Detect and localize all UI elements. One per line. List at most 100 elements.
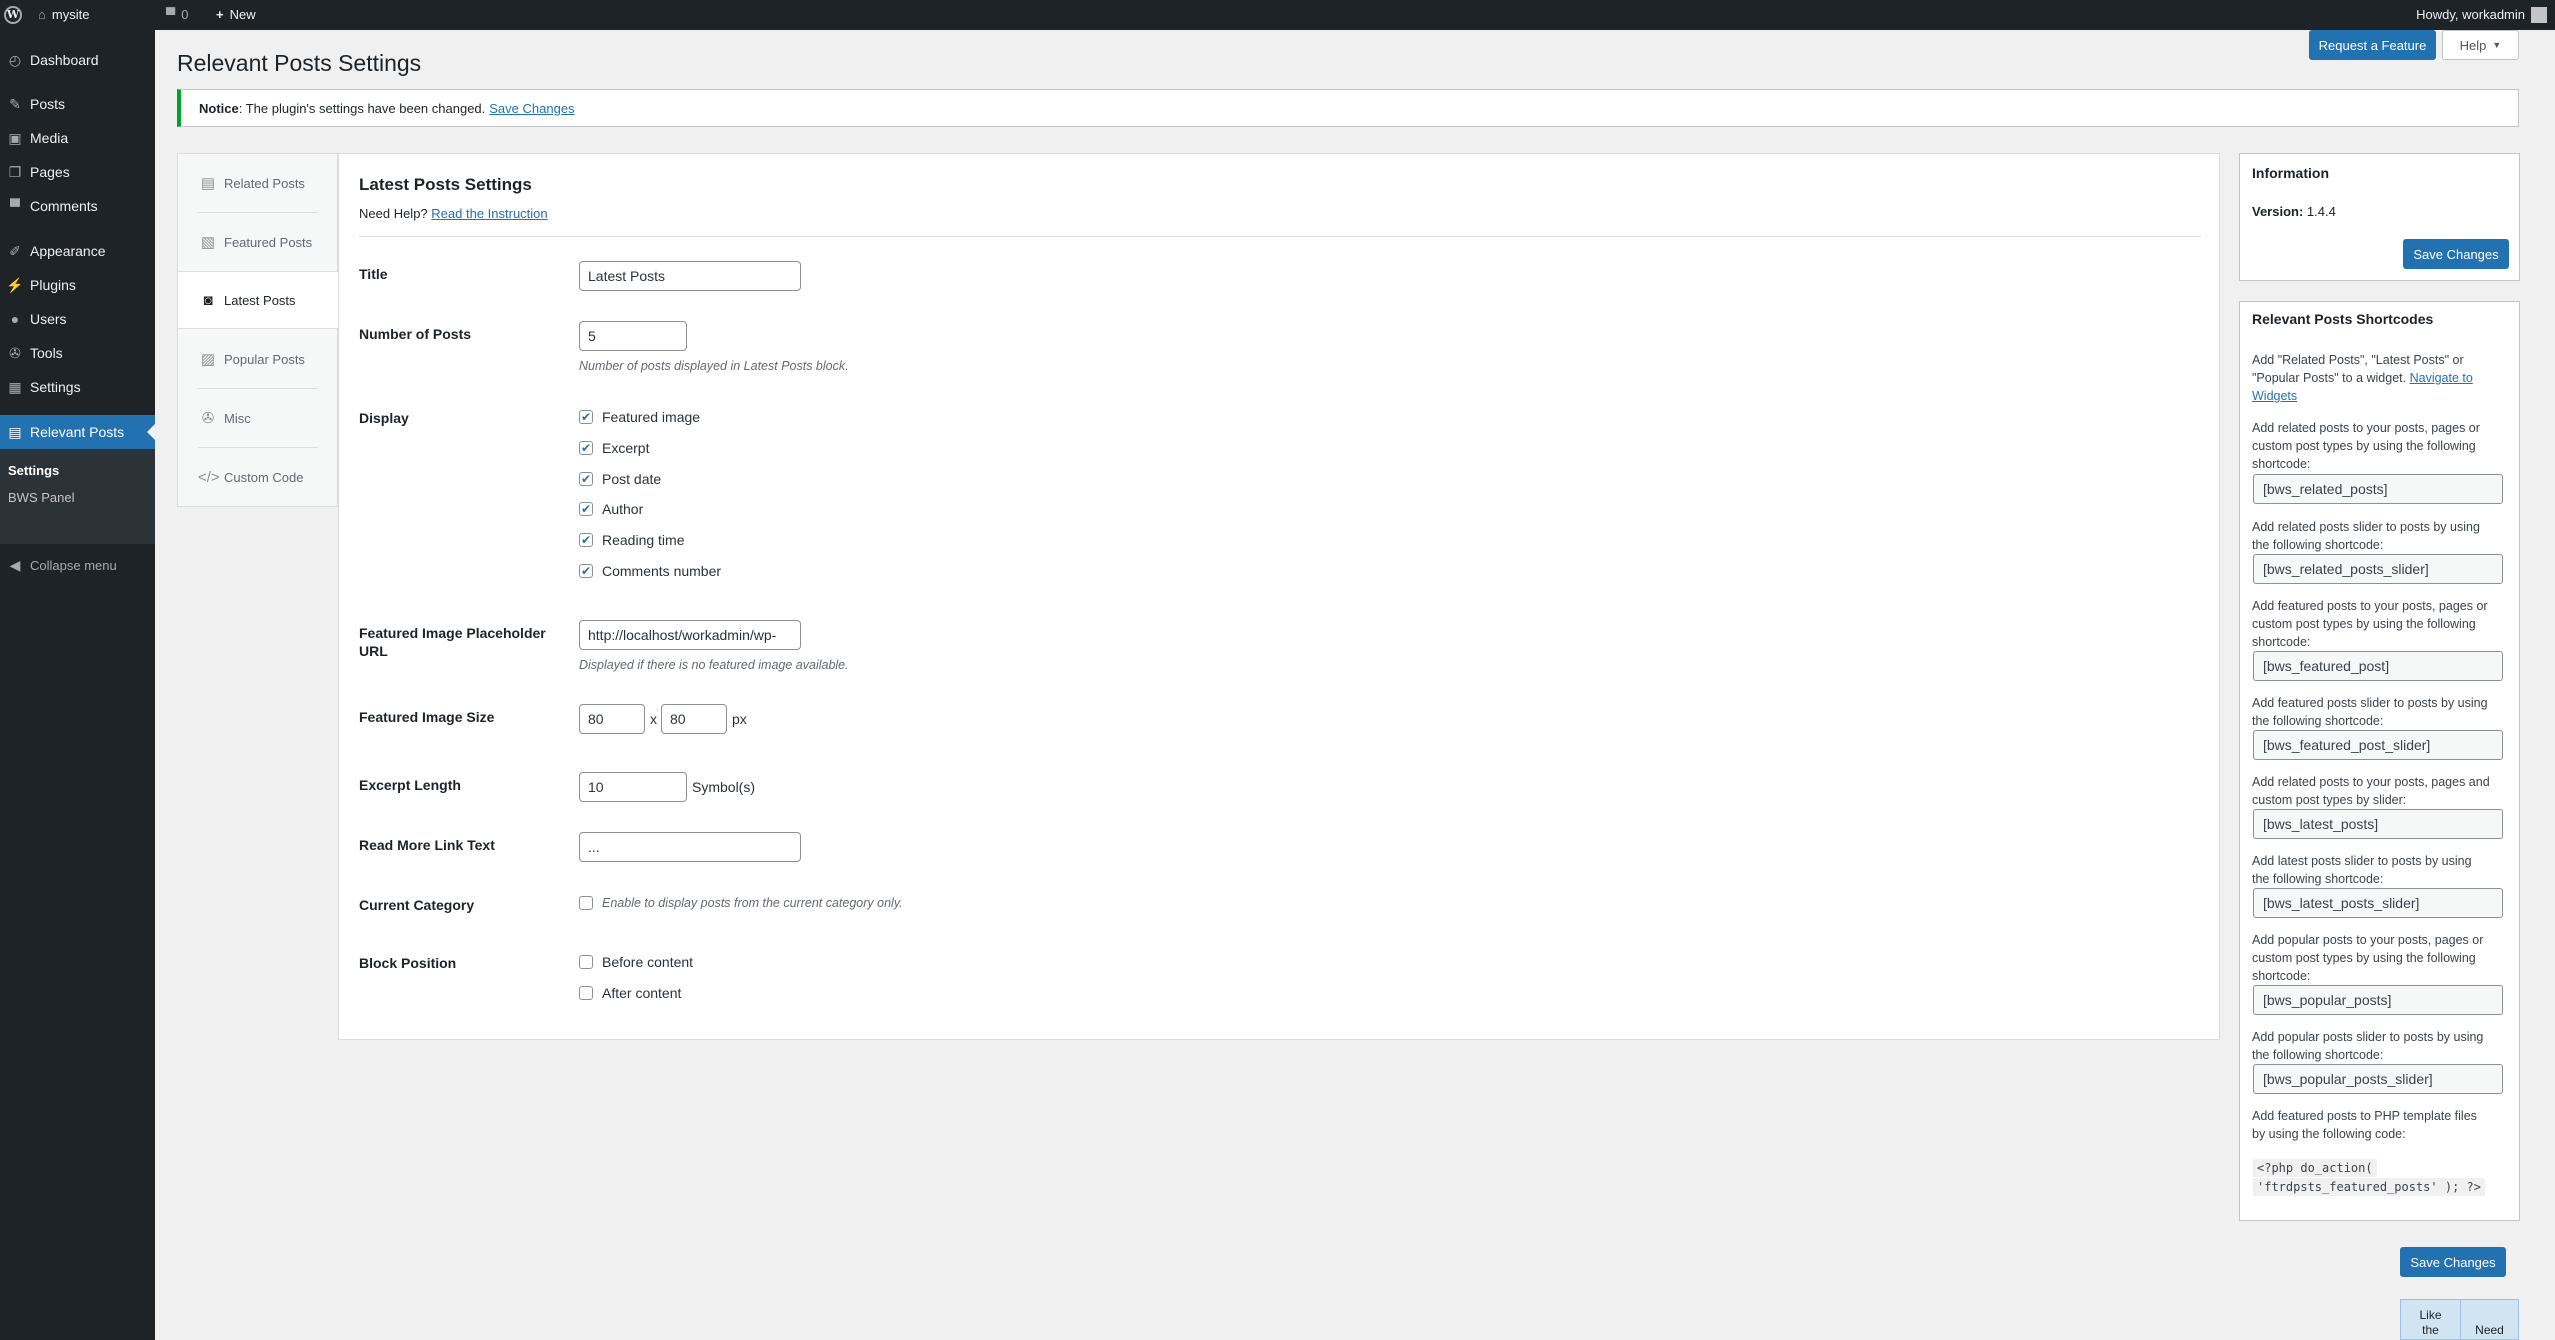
navigate-to-widgets-link[interactable]: Navigate to: [2410, 371, 2473, 385]
paintbrush-icon: ✐: [9, 242, 21, 259]
option-label: Excerpt: [602, 440, 650, 456]
checkbox-comments-number[interactable]: ✔: [579, 564, 593, 578]
shortcode-field-latest[interactable]: [bws_latest_posts]: [2253, 809, 2503, 839]
display-post-date-option[interactable]: ✔ Post date: [579, 471, 661, 487]
checkbox-excerpt[interactable]: ✔: [579, 441, 593, 455]
caret-down-icon: ▼: [2492, 40, 2502, 50]
dashboard-icon: ◴: [8, 51, 22, 68]
plug-icon: ⚡: [6, 276, 24, 293]
tab-popular-posts[interactable]: ▨ Popular Posts: [178, 330, 339, 388]
display-excerpt-option[interactable]: ✔ Excerpt: [579, 440, 649, 456]
menu-posts[interactable]: ✎ Posts: [0, 87, 155, 121]
size-separator: x: [650, 711, 657, 727]
my-account-menu[interactable]: Howdy, workadmin: [2416, 0, 2547, 30]
current-category-option[interactable]: Enable to display posts from the current…: [579, 896, 903, 910]
menu-comments[interactable]: ▀ Comments: [0, 189, 155, 223]
notice-save-changes-link[interactable]: Save Changes: [489, 101, 574, 116]
display-author-option[interactable]: ✔ Author: [579, 501, 643, 517]
request-feature-button[interactable]: Request a Feature: [2309, 30, 2436, 60]
shortcode-desc-latest: Add related posts to your posts, pages a…: [2252, 773, 2502, 809]
checkbox-author[interactable]: ✔: [579, 502, 593, 516]
checkbox-featured-image[interactable]: ✔: [579, 410, 593, 424]
shortcode-desc-latest-slider: Add latest posts slider to posts by usin…: [2252, 852, 2502, 888]
related-posts-icon: ▤: [200, 175, 216, 192]
tab-misc[interactable]: ✇ Misc: [178, 389, 339, 447]
need-help-tab[interactable]: Need: [2461, 1300, 2518, 1339]
checkbox-after-content[interactable]: [579, 986, 593, 1000]
current-category-label: Current Category: [359, 897, 475, 913]
read-more-input[interactable]: [579, 832, 801, 862]
shortcode-field-related[interactable]: [bws_related_posts]: [2253, 474, 2503, 504]
submenu-settings[interactable]: Settings: [8, 463, 59, 478]
new-content-menu[interactable]: + New: [216, 0, 256, 30]
display-comments-number-option[interactable]: ✔ Comments number: [579, 563, 721, 579]
site-name-menu[interactable]: ⌂ mysite: [38, 0, 89, 30]
shortcode-field-popular-slider[interactable]: [bws_popular_posts_slider]: [2253, 1064, 2503, 1094]
tab-custom-code[interactable]: </> Custom Code: [178, 448, 339, 506]
checkbox-reading-time[interactable]: ✔: [579, 533, 593, 547]
menu-dashboard[interactable]: ◴ Dashboard: [0, 43, 155, 77]
menu-relevant-posts[interactable]: ▤ Relevant Posts: [0, 415, 155, 449]
title-input[interactable]: [579, 261, 801, 291]
after-content-option[interactable]: After content: [579, 985, 681, 1001]
tab-related-posts[interactable]: ▤ Related Posts: [178, 154, 339, 212]
like-plugin-tab[interactable]: Like the: [2401, 1300, 2461, 1339]
option-label: Author: [602, 501, 644, 517]
display-reading-time-option[interactable]: ✔ Reading time: [579, 532, 685, 548]
placeholder-url-input[interactable]: [579, 620, 801, 650]
before-content-option[interactable]: Before content: [579, 954, 693, 970]
shortcode-field-featured-slider[interactable]: [bws_featured_post_slider]: [2253, 730, 2503, 760]
need-help-text: Need Help?: [359, 206, 428, 221]
tab-label: Popular Posts: [224, 351, 305, 367]
relevant-posts-icon: ▤: [8, 423, 22, 440]
menu-tools[interactable]: ✇ Tools: [0, 336, 155, 370]
wp-logo-menu[interactable]: W: [4, 0, 22, 30]
php-code-line-2: 'ftrdpsts_featured_posts' ); ?>: [2253, 1178, 2485, 1196]
menu-users[interactable]: ● Users: [0, 302, 155, 336]
checkbox-post-date[interactable]: ✔: [579, 472, 593, 486]
excerpt-length-input[interactable]: [579, 772, 687, 802]
tab-label: Custom Code: [224, 469, 304, 485]
menu-label: Pages: [30, 164, 70, 180]
menu-plugins[interactable]: ⚡ Plugins: [0, 268, 155, 302]
shortcode-field-featured[interactable]: [bws_featured_post]: [2253, 651, 2503, 681]
shortcode-field-popular[interactable]: [bws_popular_posts]: [2253, 985, 2503, 1015]
menu-label: Relevant Posts: [30, 424, 125, 440]
shortcode-field-latest-slider[interactable]: [bws_latest_posts_slider]: [2253, 888, 2503, 918]
version-line: Version: 1.4.4: [2252, 204, 2336, 219]
desc-line: Add popular posts to your posts, pages o…: [2252, 933, 2484, 947]
tab-label: Related Posts: [224, 175, 305, 191]
help-label: Help: [2459, 37, 2487, 53]
size-unit: px: [732, 711, 747, 727]
menu-settings[interactable]: ▦ Settings: [0, 370, 155, 404]
menu-appearance[interactable]: ✐ Appearance: [0, 234, 155, 268]
menu-pages[interactable]: ❐ Pages: [0, 155, 155, 189]
submenu-bws-panel[interactable]: BWS Panel: [8, 490, 74, 505]
info-save-changes-button[interactable]: Save Changes: [2403, 239, 2509, 269]
collapse-menu-button[interactable]: ◀ Collapse menu: [0, 548, 155, 582]
tab-latest-posts[interactable]: ◙ Latest Posts: [178, 271, 341, 329]
notice-strong: Notice: [199, 100, 239, 116]
menu-label: Dashboard: [30, 52, 99, 68]
media-icon: ▣: [8, 129, 22, 146]
shortcode-desc-related: Add related posts to your posts, pages o…: [2252, 419, 2502, 473]
navigate-to-widgets-link-cont[interactable]: Widgets: [2252, 389, 2297, 403]
display-featured-image-option[interactable]: ✔ Featured image: [579, 409, 700, 425]
comment-bubble-icon: ▀: [166, 7, 176, 22]
image-width-input[interactable]: [579, 704, 645, 734]
popular-posts-icon: ▨: [200, 351, 216, 368]
number-of-posts-input[interactable]: [579, 321, 687, 351]
current-category-description: Enable to display posts from the current…: [602, 896, 903, 910]
tab-featured-posts[interactable]: ▧ Featured Posts: [178, 213, 339, 271]
bottom-save-changes-button[interactable]: Save Changes: [2400, 1247, 2506, 1277]
read-more-label: Read More Link Text: [359, 837, 495, 853]
image-height-input[interactable]: [661, 704, 727, 734]
checkbox-before-content[interactable]: [579, 955, 593, 969]
shortcode-field-related-slider[interactable]: [bws_related_posts_slider]: [2253, 554, 2503, 584]
tab-label: Latest Posts: [224, 292, 296, 308]
menu-media[interactable]: ▣ Media: [0, 121, 155, 155]
help-tab-button[interactable]: Help ▼: [2442, 30, 2519, 60]
comments-menu[interactable]: ▀ 0: [166, 0, 188, 30]
read-instruction-link[interactable]: Read the Instruction: [431, 206, 547, 221]
checkbox-current-category[interactable]: [579, 896, 593, 910]
